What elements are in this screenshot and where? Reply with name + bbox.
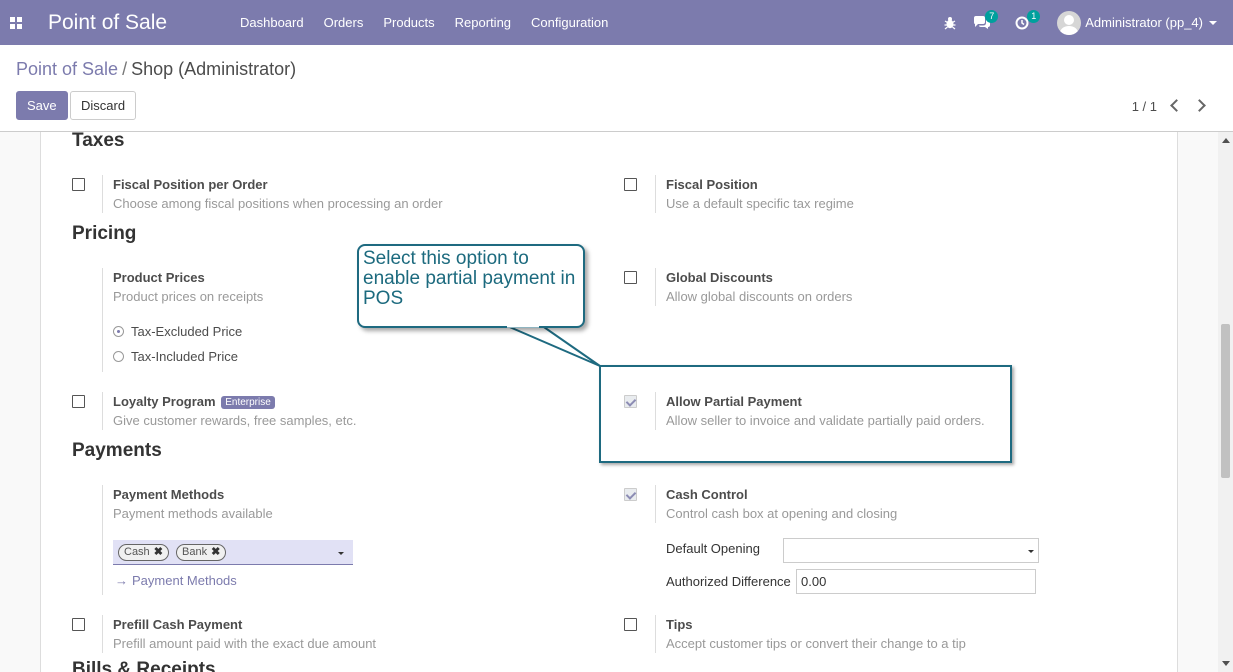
scroll-up-icon[interactable]	[1222, 138, 1230, 143]
vertical-scrollbar[interactable]	[1218, 132, 1233, 672]
callout-pointer-mask	[507, 324, 539, 328]
scroll-down-icon[interactable]	[1222, 661, 1230, 666]
scroll-thumb[interactable]	[1221, 324, 1230, 478]
annotation-highlight-box	[599, 365, 1012, 463]
